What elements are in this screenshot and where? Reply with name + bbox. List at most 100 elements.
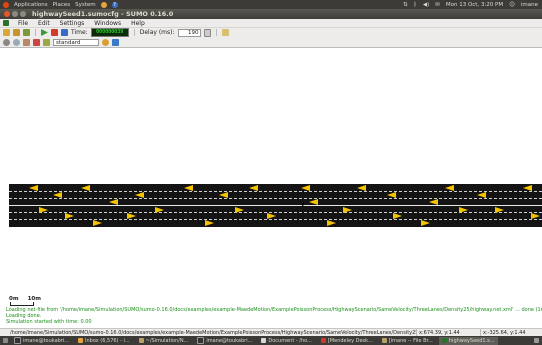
log-line: Loading net-file from '/home/imane/Simul… [6,307,542,313]
task-sumo[interactable]: highwaySeed1.s... [438,336,498,345]
vehicle[interactable] [477,192,486,198]
ubuntu-logo-icon[interactable] [3,1,9,8]
locate-junction-icon[interactable] [23,38,30,46]
delay-label: Delay (ms): [139,29,175,36]
vehicle[interactable] [301,185,310,191]
top-panel: Applications Places System ? ⇅ ᛒ ◀) ✉ Mo… [0,0,542,9]
vehicle[interactable] [249,185,258,191]
vehicle[interactable] [267,213,276,219]
edit-breakpoints-icon[interactable] [221,29,229,36]
delay-input[interactable]: 190 [177,28,201,37]
vehicle[interactable] [531,213,540,219]
time-display: 000000039 [90,28,129,37]
toolbar-separator [35,29,36,36]
log-line: Simulation started with time: 0.00 [6,319,92,325]
maximize-window-button[interactable] [20,11,26,17]
stop-icon[interactable] [51,29,58,36]
bluetooth-icon[interactable]: ᛒ [414,2,417,8]
edit-coloring-icon[interactable] [102,38,109,46]
vehicle[interactable] [357,185,366,191]
task-document[interactable]: Document - /ho... [258,337,314,345]
vehicle[interactable] [421,220,430,226]
reload-icon[interactable] [23,29,30,36]
simulation-view[interactable]: 0m 10m [0,47,542,307]
task-mendeley[interactable]: [Mendeley Desk... [318,337,376,345]
trash-icon[interactable] [534,338,539,343]
minimize-window-button[interactable] [12,11,18,17]
menu-settings[interactable]: Settings [59,20,86,27]
vehicle[interactable] [127,213,136,219]
locate-vehicle-icon[interactable] [33,38,40,46]
user-icon[interactable]: ☺ [509,2,515,8]
vehicle[interactable] [495,207,504,213]
menu-file[interactable]: File [17,20,29,27]
task-files[interactable]: ~/Simulation/N... [136,337,192,345]
task-terminal-1[interactable]: imane@toukabri... [11,337,72,345]
window-title: highwaySeed1.sumocfg - SUMO 0.16.0 [32,10,174,18]
vehicle[interactable] [445,185,454,191]
vehicle[interactable] [523,185,532,191]
toolbar-separator [133,29,135,36]
sumo-app-icon [3,20,9,26]
highway [9,184,542,227]
vehicle[interactable] [93,220,102,226]
vehicle[interactable] [387,192,396,198]
vehicle[interactable] [327,220,336,226]
show-desktop-icon[interactable] [3,338,8,343]
window-titlebar[interactable]: highwaySeed1.sumocfg - SUMO 0.16.0 [0,9,542,19]
color-scheme-select[interactable]: standard [53,38,99,46]
clock[interactable]: Mon 13 Oct, 3:20 PM [446,2,503,8]
delay-stepper-icon[interactable] [203,28,211,37]
network-icon[interactable]: ⇅ [403,2,408,8]
vehicle[interactable] [184,185,193,191]
vehicle[interactable] [135,192,144,198]
help-launcher-icon[interactable]: ? [111,1,118,8]
vehicle[interactable] [343,207,352,213]
task-file-browser[interactable]: [imane -- File Br... [379,337,436,345]
mail-icon[interactable]: ✉ [435,2,440,8]
vehicle[interactable] [53,192,62,198]
system-menu[interactable]: System [75,2,96,8]
vehicle[interactable] [219,192,228,198]
volume-icon[interactable]: ◀) [423,2,429,8]
locate-tls-icon[interactable] [43,38,50,46]
vehicle[interactable] [429,199,438,205]
play-icon[interactable] [41,29,48,36]
menubar: File Edit Settings Windows Help [0,19,542,27]
toolbar-separator [215,29,217,36]
open-folder-icon[interactable] [3,29,10,36]
vehicle[interactable] [65,213,74,219]
vehicle[interactable] [205,220,214,226]
task-terminal-2[interactable]: imane@toukabri... [194,337,255,345]
vehicle[interactable] [235,207,244,213]
firefox-launcher-icon[interactable] [100,1,107,8]
lane-marking [9,191,542,192]
vehicle[interactable] [459,207,468,213]
vehicle[interactable] [39,207,48,213]
menu-edit[interactable]: Edit [37,20,51,27]
vehicle[interactable] [109,199,118,205]
menu-help[interactable]: Help [130,20,146,27]
message-log: Loading net-file from '/home/imane/Simul… [6,307,542,328]
vehicle[interactable] [155,207,164,213]
zoom-icon[interactable] [13,38,20,46]
time-label: Time: [71,29,88,36]
screenshot-icon[interactable] [112,38,119,46]
scale-bar [10,302,34,306]
view-toolbar: standard [0,37,542,47]
vehicle[interactable] [81,185,90,191]
close-window-button[interactable] [4,11,10,17]
vehicle[interactable] [309,199,318,205]
lane-marking [9,198,542,199]
applications-menu[interactable]: Applications [14,2,48,8]
places-menu[interactable]: Places [53,2,71,8]
user-name[interactable]: imane [521,2,538,8]
vehicle[interactable] [393,213,402,219]
open-network-icon[interactable] [13,29,20,36]
task-inbox[interactable]: Inbox (6,576) - i... [75,337,133,345]
menu-windows[interactable]: Windows [93,20,122,27]
lane-marking [9,219,542,220]
recenter-view-icon[interactable] [3,38,10,46]
step-icon[interactable] [61,29,68,36]
vehicle[interactable] [29,185,38,191]
